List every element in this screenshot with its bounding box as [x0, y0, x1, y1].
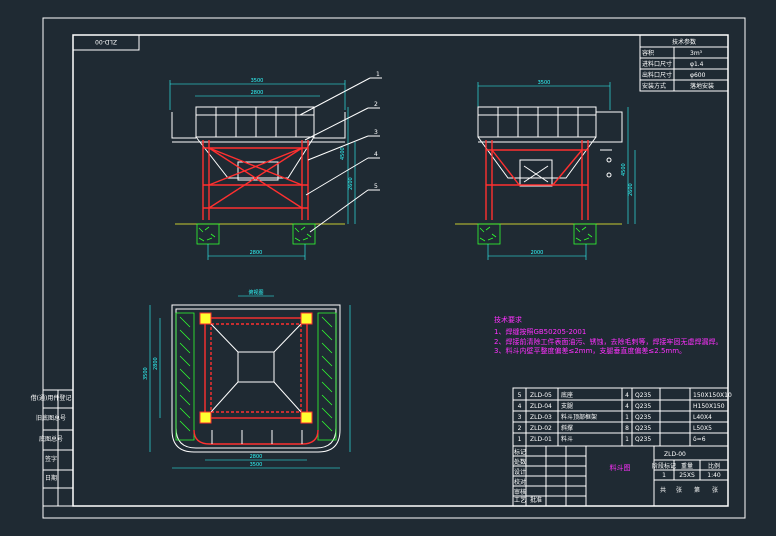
- bom-cell-code: ZLD-05: [530, 392, 552, 399]
- tb-label-5: 工艺: [514, 496, 526, 504]
- bom-cell-name: 支腿: [561, 402, 573, 410]
- drawing-name: 料斗图: [610, 463, 631, 472]
- bom-cell-qty: 4: [625, 403, 629, 410]
- tb-label-0: 标记: [514, 448, 526, 456]
- plan-dim-bottom: 2800: [250, 454, 263, 460]
- plan-dim-bottom2: 3500: [250, 462, 263, 468]
- bom-rows: 5 ZLD-05 底座 4 Q235 150X150X10 4 ZLD-04 支腿 4 Q235 H1…: [518, 391, 732, 443]
- bom-cell-note: δ=6: [693, 436, 706, 443]
- side-strip-1: 旧底图总号: [36, 414, 66, 422]
- plan-dim-side-inner: 2800: [153, 357, 159, 370]
- plan-dim-side: 3500: [143, 367, 149, 380]
- bom-cell-code: ZLD-01: [530, 436, 552, 443]
- drawing-frame: [72, 34, 729, 507]
- tech-req-title: 技术要求: [494, 315, 522, 324]
- tb-bottom-2: 第: [694, 486, 700, 494]
- tech-requirements: 技术要求 1、焊缝按照GB50205-2001 2、焊接前清除工件表面油污、锈蚀…: [494, 315, 722, 355]
- balloon-2: 2: [374, 101, 378, 108]
- bom-cell-note: L50X5: [693, 425, 712, 432]
- params-row0-val: 3m³: [690, 50, 703, 57]
- sheet-border: [42, 17, 746, 519]
- tb-label-2: 设计: [514, 468, 526, 476]
- bom-cell-name: 底座: [561, 391, 573, 399]
- bom-cell-qty: 8: [625, 425, 629, 432]
- front-view: 3500 2800 2800 4500 2600: [169, 78, 356, 260]
- bom-cell-name: 斜撑: [561, 424, 573, 432]
- tech-req-item-2: 2、焊接前清除工件表面油污、锈蚀，去除毛刺等，焊接牢固无虚焊漏焊。: [494, 337, 722, 346]
- bom-cell-note: L40X4: [693, 414, 712, 421]
- drawing-sheet: ZLD-00 借(通)用件登记 旧底图总号 底图总号 签字 日期 3500 28…: [31, 17, 746, 519]
- tb-label-1: 处数: [514, 458, 526, 466]
- title-block: 标记 处数 设计 校对 审核 工艺 批准 料斗图 ZLD-00 阶段标记 重量 …: [512, 445, 729, 507]
- bom-cell-mat: Q235: [635, 425, 651, 432]
- balloon-4: 4: [374, 151, 378, 158]
- balloon-3: 3: [374, 129, 378, 136]
- side-dim-base: 2000: [531, 250, 544, 256]
- bom-cell-qty: 4: [625, 392, 629, 399]
- side-strip-3: 签字: [45, 455, 57, 463]
- balloon-1: 1: [376, 71, 380, 78]
- material-mark: 25XS: [679, 472, 695, 479]
- bom-cell-note: H150X150: [693, 403, 725, 410]
- code-box-text: ZLD-00: [95, 38, 117, 45]
- tb-label-3: 校对: [514, 478, 526, 486]
- front-dim-top: 3500: [251, 78, 264, 84]
- params-row2-key: 出料口尺寸: [642, 71, 672, 79]
- side-strip: 借(通)用件登记 旧底图总号 底图总号 签字 日期: [31, 389, 74, 507]
- front-dim-leg: 2600: [348, 177, 354, 190]
- tech-req-item-3: 3、料斗内壁平整度偏差≤2mm，支腿垂直度偏差≤2.5mm。: [494, 346, 686, 355]
- bom-cell-no: 3: [518, 414, 522, 421]
- cad-drawing-canvas[interactable]: ZLD-00 借(通)用件登记 旧底图总号 底图总号 签字 日期 3500 28…: [0, 0, 776, 532]
- params-row1-val: φ1.4: [690, 61, 704, 68]
- scale: 1:40: [707, 472, 721, 479]
- plan-view-label: 俯视图: [248, 289, 263, 296]
- bom-cell-no: 2: [518, 425, 522, 432]
- params-table: 技术参数 容积 3m³ 进料口尺寸 φ1.4 出料口尺寸 φ600 安装方式 落…: [639, 34, 729, 92]
- tb-bottom-0: 共: [660, 486, 666, 494]
- front-dim-base: 2800: [250, 250, 263, 256]
- tb-label-6: 批准: [530, 496, 542, 504]
- drawing-no: ZLD-00: [664, 451, 686, 458]
- front-dim-inner: 2800: [251, 90, 264, 96]
- bom-cell-mat: Q235: [635, 403, 651, 410]
- side-dim-leg: 2600: [628, 183, 634, 196]
- bom-cell-note: 150X150X10: [693, 392, 732, 399]
- bom-cell-mat: Q235: [635, 436, 651, 443]
- side-dim-height: 4500: [621, 163, 627, 176]
- plan-view: 俯视图 2800 3500 3500 2800: [143, 289, 351, 469]
- params-title: 技术参数: [672, 38, 696, 46]
- params-row1-key: 进料口尺寸: [642, 60, 672, 68]
- side-dim-top: 3500: [538, 80, 551, 86]
- side-view: 3500 2000 4500 2600: [455, 80, 636, 260]
- tb-right-2: 比例: [708, 462, 720, 470]
- params-row2-val: φ600: [690, 72, 706, 79]
- bom-cell-name: 料斗顶部框架: [561, 413, 597, 421]
- side-strip-4: 日期: [45, 474, 57, 482]
- side-strip-0: 借(通)用件登记: [31, 394, 72, 402]
- bom-cell-no: 4: [518, 403, 522, 410]
- balloon-5: 5: [374, 183, 378, 190]
- bom-cell-code: ZLD-02: [530, 425, 552, 432]
- tb-right-0: 阶段标记: [652, 462, 676, 470]
- tb-label-4: 审核: [514, 488, 526, 496]
- bom-cell-code: ZLD-04: [530, 403, 552, 410]
- params-row3-val: 落地安装: [690, 82, 714, 90]
- params-row0-key: 容积: [642, 49, 654, 57]
- tb-bottom-1: 张: [676, 486, 682, 494]
- side-strip-2: 底图总号: [39, 435, 63, 443]
- tech-req-item-1: 1、焊缝按照GB50205-2001: [494, 327, 586, 336]
- params-row3-key: 安装方式: [642, 82, 666, 90]
- bom-cell-qty: 1: [625, 414, 629, 421]
- bom-cell-name: 料斗: [561, 435, 573, 443]
- tb-right-1: 重量: [681, 462, 693, 470]
- bom-cell-code: ZLD-03: [530, 414, 552, 421]
- bom-cell-no: 1: [518, 436, 522, 443]
- bom-cell-no: 5: [518, 392, 522, 399]
- bom-cell-qty: 1: [625, 436, 629, 443]
- tb-bottom-3: 张: [712, 486, 718, 494]
- bom-cell-mat: Q235: [635, 392, 651, 399]
- front-dim-height: 4500: [340, 147, 346, 160]
- bom-cell-mat: Q235: [635, 414, 651, 421]
- sheets: 1: [662, 472, 666, 479]
